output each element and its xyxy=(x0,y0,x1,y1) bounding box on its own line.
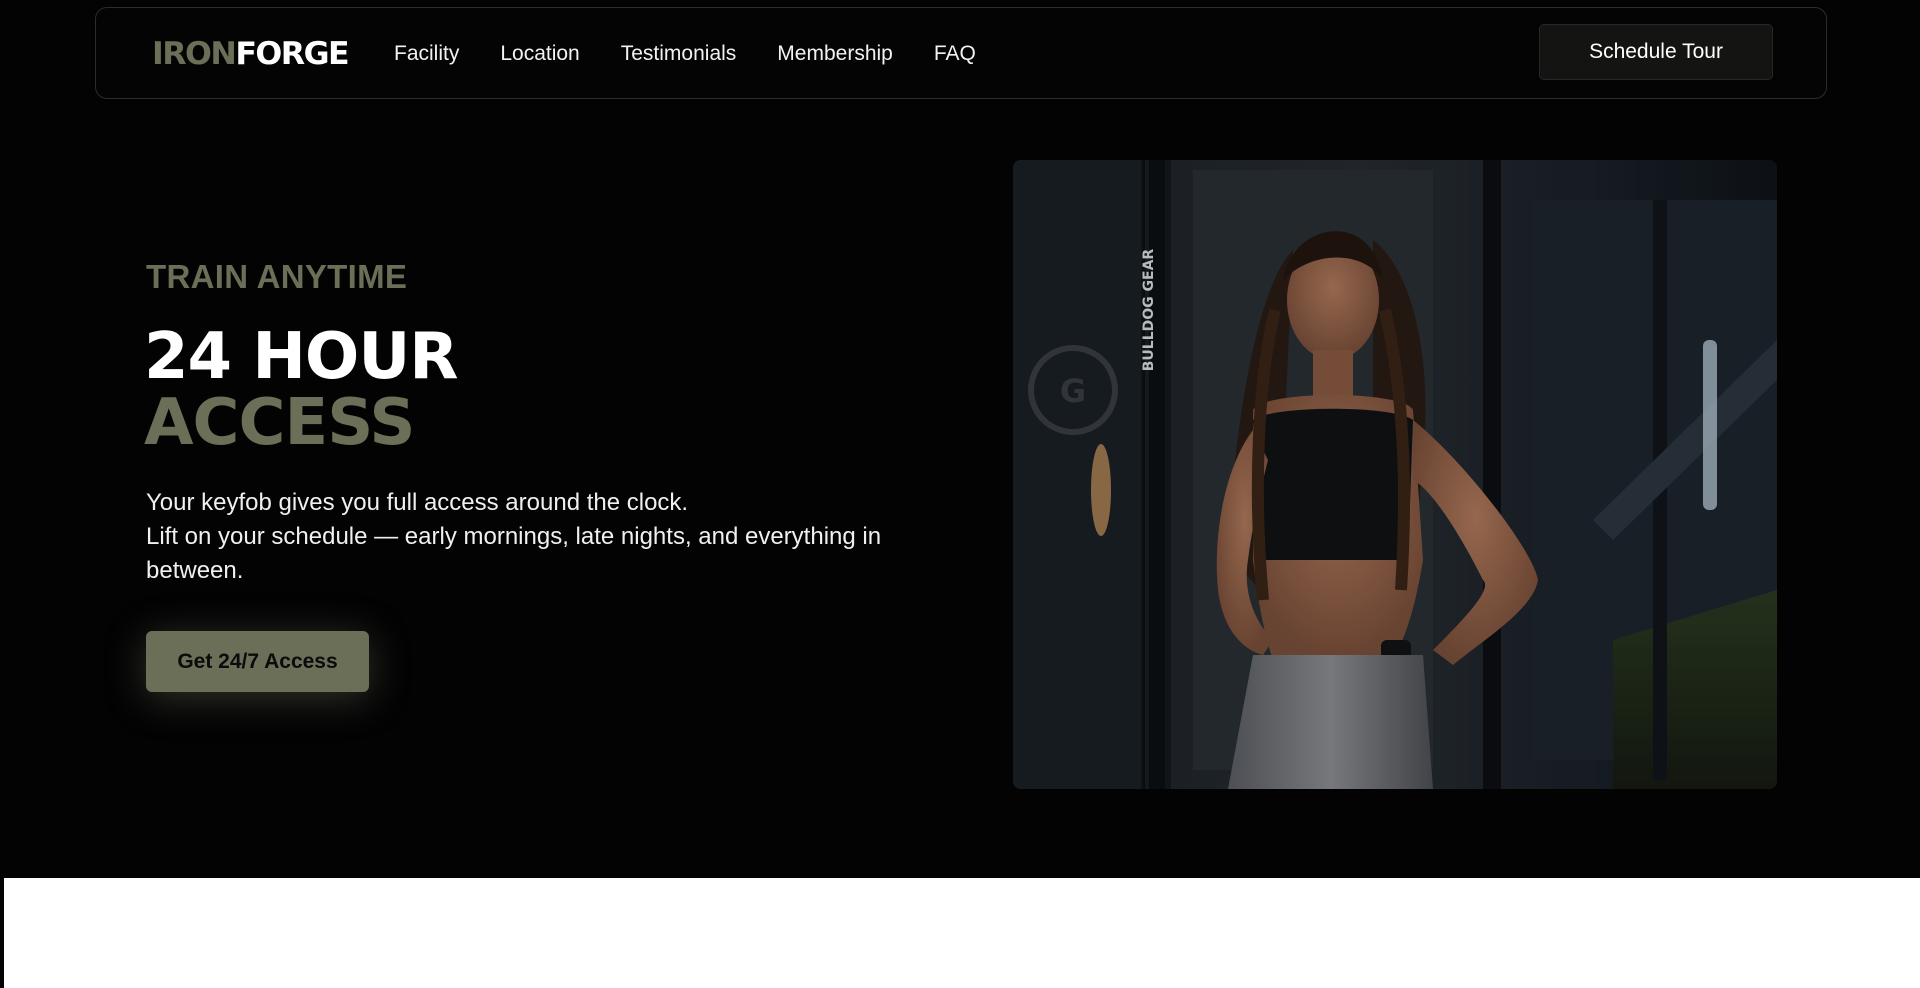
next-section xyxy=(4,878,1920,988)
get-access-button[interactable]: Get 24/7 Access xyxy=(146,631,369,692)
nav-link-faq[interactable]: FAQ xyxy=(934,42,976,66)
nav-link-membership[interactable]: Membership xyxy=(777,42,893,66)
hero-image-athlete: BULLDOG GEAR G xyxy=(1013,160,1777,789)
nav-link-testimonials[interactable]: Testimonials xyxy=(621,42,737,66)
hero-description-line2: Lift on your schedule — early mornings, … xyxy=(146,523,882,584)
logo-text-iron: IRON xyxy=(152,36,237,72)
top-navbar: IRON FORGE Facility Location Testimonials… xyxy=(95,7,1827,99)
hero-headline-line2: ACCESS xyxy=(144,386,415,460)
hero-description-line1: Your keyfob gives you full access around… xyxy=(146,489,689,516)
hero-section: IRON FORGE Facility Location Testimonials… xyxy=(0,0,1920,878)
nav-links: Facility Location Testimonials Membershi… xyxy=(394,8,1017,100)
hero-description: Your keyfob gives you full access around… xyxy=(146,486,926,588)
hero-eyebrow: TRAIN ANYTIME xyxy=(146,258,408,295)
logo-text-forge: FORGE xyxy=(235,36,349,72)
nav-link-facility[interactable]: Facility xyxy=(394,42,459,66)
hero-headline-line1: 24 HOUR xyxy=(144,320,459,394)
hero-image-illustration: BULLDOG GEAR G xyxy=(1013,160,1777,789)
page: IRON FORGE Facility Location Testimonials… xyxy=(0,0,1920,988)
nav-link-location[interactable]: Location xyxy=(500,42,579,66)
brand-logo[interactable]: IRON FORGE xyxy=(152,36,350,72)
schedule-tour-button[interactable]: Schedule Tour xyxy=(1539,24,1773,80)
